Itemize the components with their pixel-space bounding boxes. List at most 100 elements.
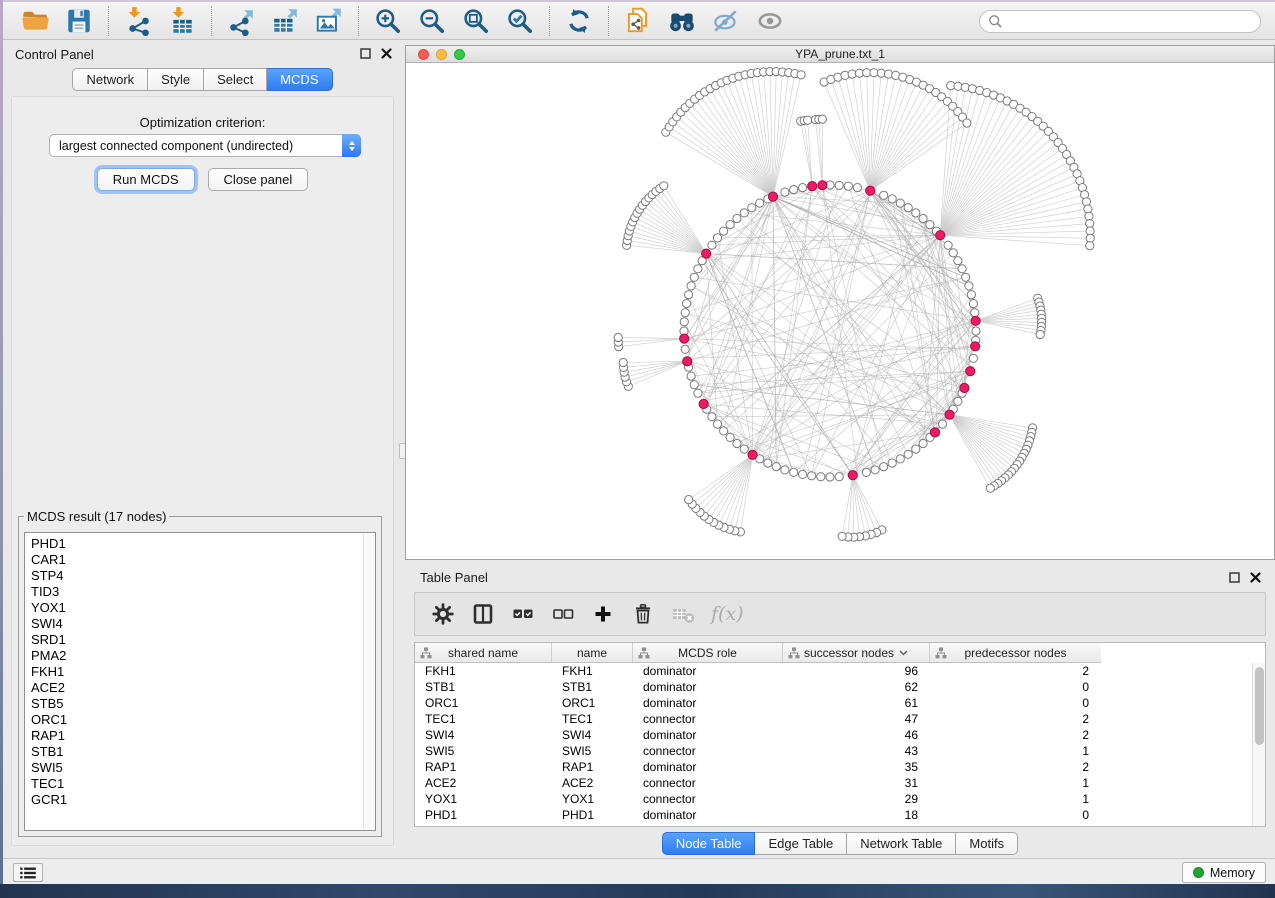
table-row[interactable]: YOX1YOX1connector291 [415, 791, 1252, 807]
show-eye-icon[interactable] [755, 6, 785, 36]
mcds-result-list[interactable]: PHD1CAR1STP4TID3YOX1SWI4SRD1PMA2FKH1ACE2… [24, 532, 376, 831]
export-table-icon[interactable] [270, 6, 300, 36]
trash-icon[interactable] [631, 602, 655, 626]
zoom-in-icon[interactable] [373, 6, 403, 36]
search-input[interactable] [979, 10, 1261, 33]
tab-style[interactable]: Style [148, 68, 204, 91]
run-mcds-button[interactable]: Run MCDS [97, 168, 195, 191]
table-cell: TEC1 [415, 712, 552, 726]
control-panel: Control Panel Network Style Select MCDS … [3, 40, 402, 858]
column-header-predecessor-nodes[interactable]: predecessor nodes [930, 643, 1101, 662]
table-cell: 96 [783, 664, 930, 678]
mcds-result-item[interactable]: ORC1 [31, 712, 375, 728]
gear-icon[interactable] [431, 602, 455, 626]
mcds-result-item[interactable]: PHD1 [31, 536, 375, 552]
mcds-result-item[interactable]: STB5 [31, 696, 375, 712]
mcds-panel: Optimization criterion: largest connecte… [11, 96, 394, 846]
float-panel-icon[interactable] [360, 48, 371, 59]
zoom-selected-icon[interactable] [505, 6, 535, 36]
export-network-icon[interactable] [226, 6, 256, 36]
binoculars-icon[interactable] [667, 6, 697, 36]
attribute-type-icon [420, 647, 432, 659]
columns-icon[interactable] [471, 602, 495, 626]
network-view-window: YPA_prune.txt_1 [405, 45, 1275, 560]
refresh-icon[interactable] [564, 6, 594, 36]
zoom-out-icon[interactable] [417, 6, 447, 36]
tab-mcds[interactable]: MCDS [267, 68, 332, 91]
column-menu-chevron-icon[interactable] [899, 650, 908, 656]
close-table-panel-icon[interactable] [1250, 572, 1261, 583]
close-panel-button[interactable]: Close panel [208, 168, 309, 191]
tab-node-table[interactable]: Node Table [662, 832, 756, 855]
table-cell: YOX1 [415, 792, 552, 806]
mcds-result-item[interactable]: CAR1 [31, 552, 375, 568]
column-header-name[interactable]: name [552, 643, 633, 662]
table-row[interactable]: TEC1TEC1connector472 [415, 711, 1252, 727]
table-row[interactable]: ORC1ORC1dominator610 [415, 695, 1252, 711]
tab-select[interactable]: Select [204, 68, 267, 91]
mcds-result-item[interactable]: STB1 [31, 744, 375, 760]
close-panel-icon[interactable] [381, 48, 392, 59]
task-history-button[interactable] [13, 863, 43, 882]
zoom-fit-icon[interactable] [461, 6, 491, 36]
float-table-panel-icon[interactable] [1229, 572, 1240, 583]
duplicate-network-icon[interactable] [623, 6, 653, 36]
table-scrollbar[interactable] [1252, 663, 1265, 826]
open-file-icon[interactable] [20, 6, 50, 36]
memory-button[interactable]: Memory [1182, 862, 1266, 883]
table-cell: SWI4 [415, 728, 552, 742]
deselect-all-icon[interactable] [551, 602, 575, 626]
mcds-result-item[interactable]: STP4 [31, 568, 375, 584]
table-cell: dominator [633, 680, 783, 694]
add-icon[interactable] [591, 602, 615, 626]
table-row[interactable]: ACE2ACE2connector311 [415, 775, 1252, 791]
mcds-result-item[interactable]: SWI4 [31, 616, 375, 632]
table-body: FKH1FKH1dominator962STB1STB1dominator620… [415, 663, 1252, 826]
save-icon[interactable] [64, 6, 94, 36]
column-header-mcds-role[interactable]: MCDS role [633, 643, 783, 662]
mcds-result-item[interactable]: TEC1 [31, 776, 375, 792]
network-graph[interactable] [406, 63, 1274, 559]
table-cell: 18 [783, 808, 930, 822]
table-row[interactable]: PHD1PHD1dominator180 [415, 807, 1252, 823]
toolbar-separator [608, 6, 609, 36]
tab-network-table[interactable]: Network Table [847, 832, 956, 855]
mcds-result-item[interactable]: PMA2 [31, 648, 375, 664]
table-cell: 0 [930, 808, 1101, 822]
column-header-successor-nodes[interactable]: successor nodes [783, 643, 930, 662]
tab-motifs[interactable]: Motifs [956, 832, 1018, 855]
mcds-result-item[interactable]: TID3 [31, 584, 375, 600]
hide-unselected-icon[interactable] [711, 6, 741, 36]
tab-network[interactable]: Network [72, 68, 148, 91]
table-cell: 0 [930, 680, 1101, 694]
mcds-result-item[interactable]: SWI5 [31, 760, 375, 776]
import-network-icon[interactable] [123, 6, 153, 36]
column-header-shared-name[interactable]: shared name [415, 643, 552, 662]
network-window-titlebar[interactable]: YPA_prune.txt_1 [406, 46, 1274, 63]
import-table-icon[interactable] [167, 6, 197, 36]
table-scrollbar-thumb[interactable] [1255, 667, 1264, 745]
table-cell: dominator [633, 696, 783, 710]
table-row[interactable]: RAP1RAP1dominator352 [415, 759, 1252, 775]
table-row[interactable]: FKH1FKH1dominator962 [415, 663, 1252, 679]
mcds-result-item[interactable]: GCR1 [31, 792, 375, 808]
node-table: shared name name MCDS role [414, 642, 1266, 827]
result-scrollbar[interactable] [363, 534, 374, 829]
mcds-result-item[interactable]: ACE2 [31, 680, 375, 696]
mcds-result-item[interactable]: SRD1 [31, 632, 375, 648]
table-row[interactable]: STB1STB1dominator620 [415, 679, 1252, 695]
mcds-result-item[interactable]: FKH1 [31, 664, 375, 680]
table-tabs: Node Table Edge Table Network Table Moti… [405, 832, 1275, 855]
mcds-result-item[interactable]: RAP1 [31, 728, 375, 744]
tab-edge-table[interactable]: Edge Table [755, 832, 847, 855]
select-all-icon[interactable] [511, 602, 535, 626]
table-row[interactable]: SWI5SWI5connector431 [415, 743, 1252, 759]
table-cell: dominator [633, 760, 783, 774]
search-field[interactable] [1003, 14, 1260, 30]
toolbar-separator [549, 6, 550, 36]
criterion-select[interactable]: largest connected component (undirected) [49, 134, 361, 157]
table-cell: dominator [633, 808, 783, 822]
export-image-icon[interactable] [314, 6, 344, 36]
table-row[interactable]: SWI4SWI4dominator462 [415, 727, 1252, 743]
mcds-result-item[interactable]: YOX1 [31, 600, 375, 616]
